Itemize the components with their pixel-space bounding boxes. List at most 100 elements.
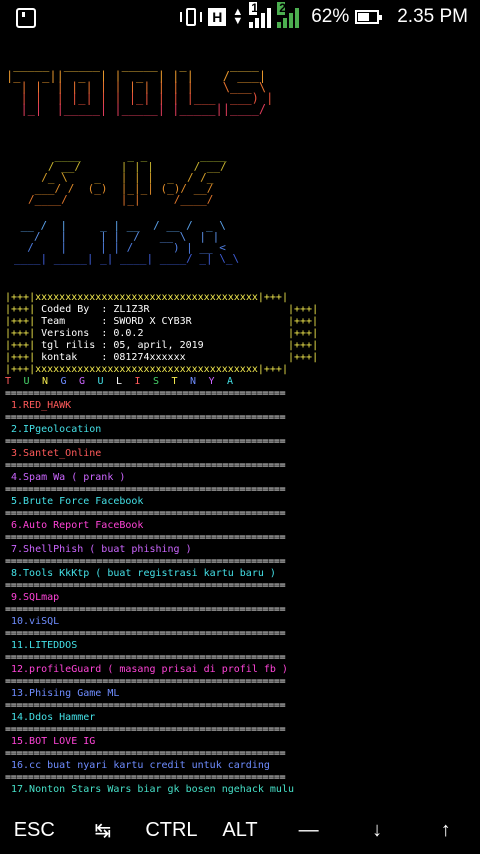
info-pad <box>204 340 288 351</box>
ascii-line: ____| _____| _| ____| ____/ _| \_\ <box>14 252 240 265</box>
menu-title: TUNGGULISTNYA <box>5 376 246 387</box>
signal-sim2-icon: 2 <box>277 2 300 28</box>
clock: 2.35 PM <box>397 6 468 27</box>
arrow-down-key[interactable]: ↓ <box>343 819 412 842</box>
info-border: |+++| <box>287 340 319 351</box>
info-box: |+++|xxxxxxxxxxxxxxxxxxxxxxxxxxxxxxxxxxx… <box>5 292 318 376</box>
menu-item: 6.Auto Report FaceBook <box>11 520 144 531</box>
info-pad <box>186 352 288 363</box>
menu-item: 7.ShellPhish ( buat phishing ) <box>11 544 192 555</box>
menu-item: 17.Nonton Stars Wars biar gk bosen ngeha… <box>11 784 294 795</box>
menu-title-letter: A <box>227 376 234 387</box>
menu-item: 8.Tools KkKtp ( buat registrasi kartu ba… <box>11 568 276 579</box>
notification-box-icon <box>16 8 36 28</box>
menu-title-letter: N <box>190 376 197 387</box>
battery-icon <box>355 10 383 24</box>
sim2-label: 2 <box>277 1 286 15</box>
status-bar: H ▲ ▼ 1 2 62% 2.35 PM <box>0 0 480 40</box>
menu-separator: ========================================… <box>5 508 286 519</box>
info-row: Versions : 0.0.2 <box>41 328 144 339</box>
menu-item: 5.Brute Force Facebook <box>11 496 144 507</box>
info-border: |+++| <box>5 328 42 339</box>
menu-item: 10.viSQL <box>11 616 60 627</box>
menu-title-letter: T <box>5 376 12 387</box>
info-pad <box>150 304 288 315</box>
version-ascii-banner: ____ _ _ ____ / __/ | | | / __/ /_ \ _ |… <box>28 150 227 205</box>
info-border: |+++| <box>287 304 319 315</box>
menu-separator: ========================================… <box>5 484 286 495</box>
menu-title-letter: T <box>171 376 178 387</box>
menu-item: 2.IPgeolocation <box>11 424 102 435</box>
menu-title-letter: G <box>60 376 67 387</box>
vibrate-icon <box>180 6 203 28</box>
menu-item: 11.LITEDDOS <box>11 640 78 651</box>
menu-item: 16.cc buat nyari kartu credit untuk card… <box>11 760 270 771</box>
menu-separator: ========================================… <box>5 580 286 591</box>
info-row: kontak : 081274xxxxxx <box>41 352 186 363</box>
terminal-output[interactable]: _____ _____ _____ _ ____ |_ _|| _ | | _ … <box>0 46 480 806</box>
info-border: |+++| <box>287 316 319 327</box>
menu-separator: ========================================… <box>5 724 286 735</box>
info-row: Team : SWORD X CYB3R <box>41 316 192 327</box>
menu-item: 1.RED_HAWK <box>11 400 72 411</box>
sim1-label: 1 <box>249 1 258 15</box>
menu-separator: ========================================… <box>5 748 286 759</box>
menu-item: 12.profileGuard ( masang prisai di profi… <box>11 664 288 675</box>
menu-title-letter: Y <box>208 376 215 387</box>
menu-item: 14.Ddos Hammer <box>11 712 96 723</box>
menu-separator: ========================================… <box>5 412 286 423</box>
menu-title-letter: I <box>134 376 141 387</box>
info-border: |+++| <box>287 352 319 363</box>
menu-separator: ========================================… <box>5 388 286 399</box>
author-ascii-banner: __ / | _ | __ / __ / _ \ / | | | / __ \ … <box>14 220 239 275</box>
info-row: tgl rilis : 05, april, 2019 <box>41 340 204 351</box>
menu-separator: ========================================… <box>5 556 286 567</box>
info-border: |+++| <box>5 352 42 363</box>
menu-item: 13.Phising Game ML <box>11 688 120 699</box>
status-icons: H ▲ ▼ 1 2 62% 2.35 PM <box>180 2 468 28</box>
menu-item: 4.Spam Wa ( prank ) <box>11 472 126 483</box>
info-border: |+++| <box>5 304 42 315</box>
menu-separator: ========================================… <box>5 628 286 639</box>
tool-menu: ========================================… <box>5 388 475 796</box>
menu-separator: ========================================… <box>5 700 286 711</box>
info-pad <box>143 328 288 339</box>
menu-separator: ========================================… <box>5 460 286 471</box>
info-border: |+++|xxxxxxxxxxxxxxxxxxxxxxxxxxxxxxxxxxx… <box>5 364 288 375</box>
signal-sim1-icon: 1 <box>249 2 272 28</box>
esc-key[interactable]: ESC <box>0 819 69 842</box>
menu-item: 3.Santet_Online <box>11 448 102 459</box>
info-border: |+++| <box>287 328 319 339</box>
info-row: Coded By : ZL1Z3R <box>41 304 150 315</box>
menu-separator: ========================================… <box>5 436 286 447</box>
menu-separator: ========================================… <box>5 532 286 543</box>
menu-title-letter: G <box>79 376 86 387</box>
menu-title-letter: U <box>97 376 104 387</box>
arrow-up-key[interactable]: ↑ <box>411 819 480 842</box>
battery-percent: 62% <box>311 6 350 27</box>
info-border: |+++| <box>5 340 42 351</box>
menu-title-letter: L <box>116 376 123 387</box>
tools-ascii-banner: _____ _____ _____ _ ____ |_ _|| _ | | _ … <box>6 59 273 126</box>
menu-separator: ========================================… <box>5 772 286 783</box>
info-border: |+++| <box>5 316 42 327</box>
menu-title-letter: U <box>23 376 30 387</box>
menu-separator: ========================================… <box>5 676 286 687</box>
extra-keys-bar: ESC ↹ CTRL ALT — ↓ ↑ <box>0 806 480 854</box>
info-border: |+++|xxxxxxxxxxxxxxxxxxxxxxxxxxxxxxxxxxx… <box>5 292 288 303</box>
tab-key[interactable]: ↹ <box>69 818 138 843</box>
info-pad <box>192 316 288 327</box>
data-activity-icon: ▲ ▼ <box>232 6 244 27</box>
dash-key[interactable]: — <box>274 819 343 842</box>
menu-item: 9.SQLmap <box>11 592 60 603</box>
menu-separator: ========================================… <box>5 652 286 663</box>
ascii-line: |_| |_____| |_____| |_____||____/ <box>20 102 267 116</box>
menu-title-letter: N <box>42 376 49 387</box>
alt-key[interactable]: ALT <box>206 819 275 842</box>
menu-separator: ========================================… <box>5 604 286 615</box>
ctrl-key[interactable]: CTRL <box>137 819 206 842</box>
menu-item: 15.BOT LOVE IG <box>11 736 96 747</box>
ascii-line: /____/ |_| /____/ <box>28 193 214 206</box>
menu-title-letter: S <box>153 376 160 387</box>
network-type-badge: H <box>208 8 227 26</box>
